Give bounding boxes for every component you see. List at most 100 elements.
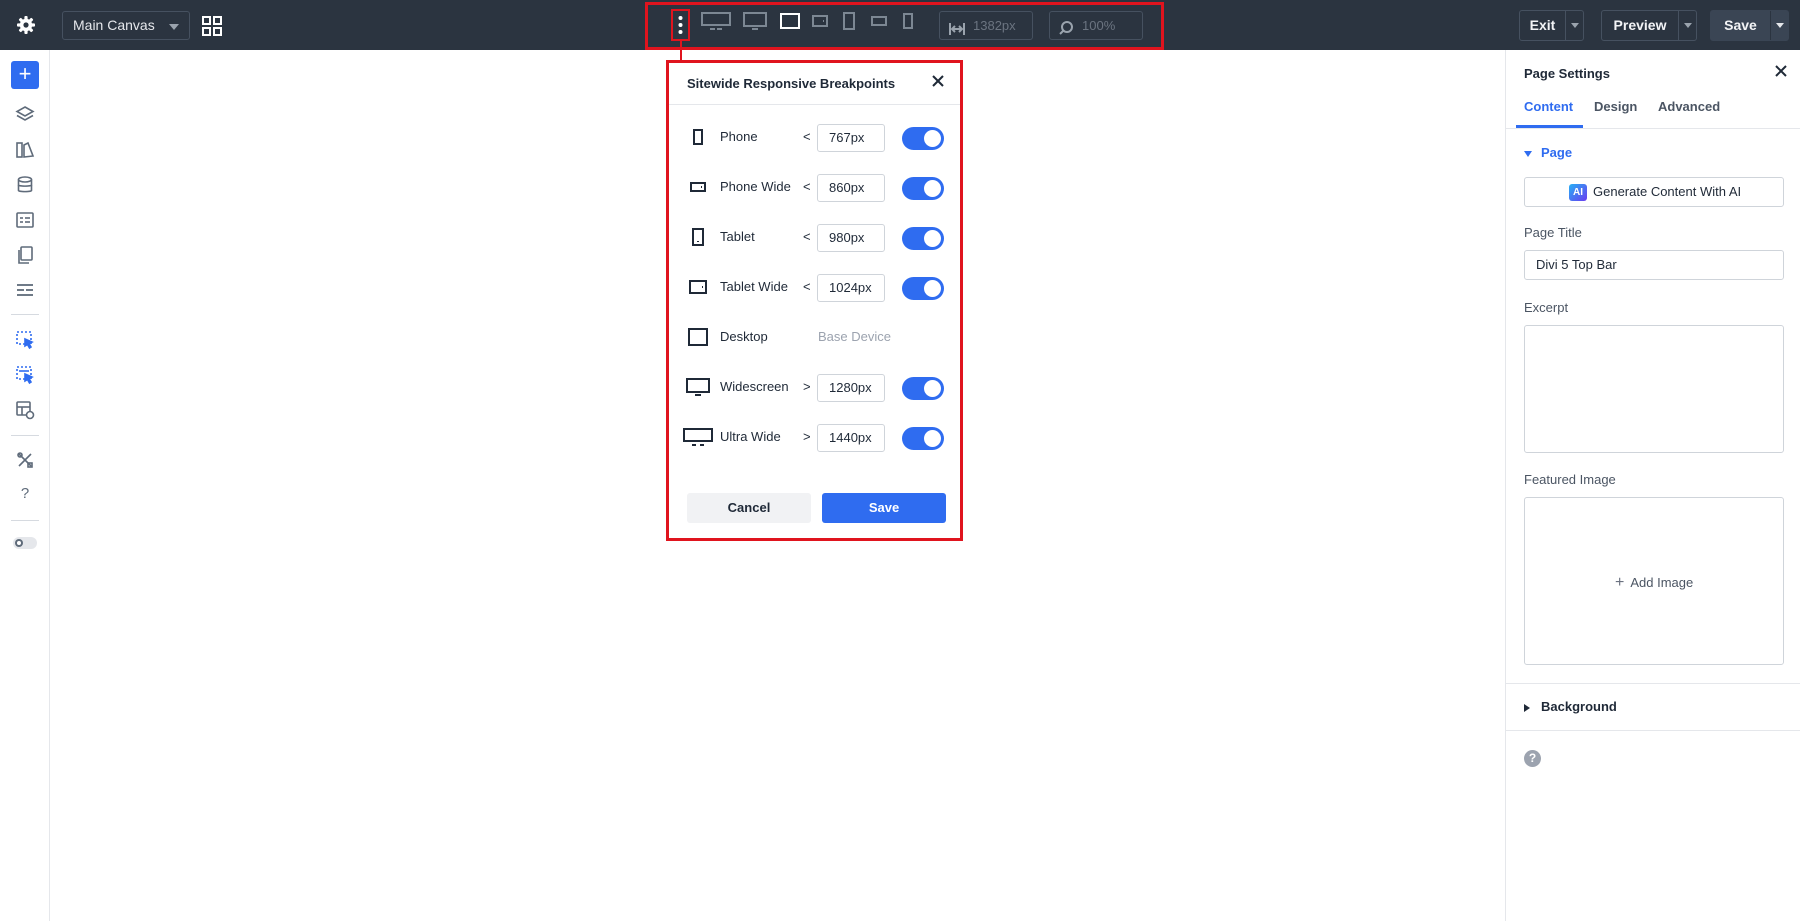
exit-button[interactable]: Exit	[1519, 10, 1584, 41]
tab-content[interactable]: Content	[1524, 99, 1573, 114]
breakpoint-width-input[interactable]: 1440px	[817, 424, 885, 452]
zoom-icon	[1058, 18, 1074, 45]
tablet-wide-icon	[683, 276, 713, 298]
design-library-icon[interactable]	[15, 140, 35, 160]
generate-ai-button[interactable]: AI Generate Content With AI	[1524, 177, 1784, 207]
toggle-knob	[924, 280, 941, 297]
close-icon[interactable]	[930, 73, 946, 89]
add-module-button[interactable]: +	[11, 61, 39, 89]
save-button[interactable]: Save	[822, 493, 946, 523]
highlight-connector	[680, 41, 682, 61]
featured-image-dropzone[interactable]: + Add Image	[1524, 497, 1784, 665]
modal-title: Sitewide Responsive Breakpoints	[687, 76, 896, 91]
toggle-knob	[924, 230, 941, 247]
breakpoint-width-input[interactable]: 980px	[817, 224, 885, 252]
breakpoint-name: Tablet	[720, 229, 755, 244]
breakpoints-modal: Sitewide Responsive Breakpoints Phone < …	[666, 60, 963, 541]
zoom-value: 100%	[1082, 18, 1116, 33]
breakpoint-operator: <	[803, 229, 811, 244]
tabs-divider	[1506, 128, 1800, 129]
theme-builder-icon[interactable]	[15, 280, 35, 300]
excerpt-textarea[interactable]	[1524, 325, 1784, 453]
multi-select-icon[interactable]	[15, 365, 35, 385]
base-device-label: Base Device	[818, 329, 891, 344]
breakpoint-toggle[interactable]	[902, 377, 944, 400]
tablet-icon[interactable]	[839, 0, 859, 42]
breakpoint-row-ultra-wide: Ultra Wide > 1440px	[669, 420, 960, 454]
breakpoint-row-phone: Phone < 767px	[669, 120, 960, 154]
close-icon[interactable]	[1774, 64, 1788, 78]
ultra-wide-icon[interactable]	[698, 0, 734, 42]
view-settings-icon[interactable]	[15, 400, 35, 420]
plus-icon: +	[1615, 574, 1625, 591]
breakpoints-menu-button[interactable]	[671, 9, 690, 41]
breakpoint-operator: >	[803, 429, 811, 444]
breakpoint-name: Ultra Wide	[720, 429, 781, 444]
chevron-down-icon[interactable]	[1684, 23, 1692, 28]
chevron-down-icon[interactable]	[1571, 23, 1579, 28]
tools-icon[interactable]	[15, 450, 35, 470]
panel-title: Page Settings	[1524, 66, 1610, 81]
tab-advanced[interactable]: Advanced	[1658, 99, 1720, 114]
page-title-input[interactable]: Divi 5 Top Bar	[1524, 250, 1784, 280]
breakpoint-toggle[interactable]	[902, 227, 944, 250]
help-icon[interactable]: ?	[15, 485, 35, 505]
breakpoint-operator: <	[803, 129, 811, 144]
zoom-field[interactable]: 100%	[1049, 11, 1143, 40]
widescreen-icon	[683, 376, 713, 398]
tablet-wide-icon[interactable]	[809, 0, 831, 42]
breakpoint-toggle[interactable]	[902, 277, 944, 300]
phone-icon[interactable]	[898, 0, 918, 42]
breakpoint-row-tablet-wide: Tablet Wide < 1024px	[669, 270, 960, 304]
top-toolbar: Main Canvas 1382px 100% Exit Preview Sav…	[0, 0, 1800, 61]
split-divider	[1565, 11, 1566, 40]
sidebar-divider	[11, 520, 39, 521]
breakpoint-row-tablet: Tablet < 980px	[669, 220, 960, 254]
breakpoint-toggle[interactable]	[902, 177, 944, 200]
layers-icon[interactable]	[15, 105, 35, 125]
pages-icon[interactable]	[15, 245, 35, 265]
add-image-button[interactable]: + Add Image	[1615, 574, 1693, 592]
form-icon[interactable]	[15, 210, 35, 230]
dark-mode-toggle-icon[interactable]	[12, 535, 38, 555]
add-image-label: Add Image	[1630, 575, 1694, 590]
database-icon[interactable]	[15, 175, 35, 195]
sidebar-divider	[11, 314, 39, 315]
chevron-down-icon[interactable]	[1776, 23, 1784, 28]
caret-down-icon	[1524, 150, 1532, 157]
gear-icon[interactable]	[14, 13, 38, 37]
desktop-icon[interactable]	[776, 0, 804, 42]
grid-icon[interactable]	[202, 16, 222, 36]
breakpoint-row-phone-wide: Phone Wide < 860px	[669, 170, 960, 204]
breakpoint-toggle[interactable]	[902, 427, 944, 450]
breakpoint-name: Phone Wide	[720, 179, 791, 194]
save-top-label: Save	[1724, 17, 1757, 33]
section-divider	[1506, 683, 1800, 684]
breakpoint-operator: <	[803, 179, 811, 194]
section-label: Background	[1541, 699, 1617, 714]
breakpoint-width-input[interactable]: 860px	[817, 174, 885, 202]
click-select-icon[interactable]	[15, 330, 35, 350]
widescreen-icon[interactable]	[740, 0, 770, 42]
preview-button[interactable]: Preview	[1601, 10, 1697, 41]
breakpoint-width-input[interactable]: 1024px	[817, 274, 885, 302]
section-toggle-background[interactable]: Background	[1524, 699, 1617, 714]
save-top-button[interactable]: Save	[1710, 10, 1789, 41]
canvas-select[interactable]: Main Canvas	[62, 11, 190, 40]
tab-design[interactable]: Design	[1594, 99, 1637, 114]
phone-wide-icon[interactable]	[869, 0, 889, 42]
help-circle-icon[interactable]: ?	[1524, 750, 1541, 767]
breakpoint-toggle[interactable]	[902, 127, 944, 150]
canvas-select-label: Main Canvas	[73, 17, 155, 33]
toggle-knob	[924, 130, 941, 147]
breakpoint-width-input[interactable]: 1280px	[817, 374, 885, 402]
breakpoint-row-widescreen: Widescreen > 1280px	[669, 370, 960, 404]
breakpoint-width-input[interactable]: 767px	[817, 124, 885, 152]
phone-icon	[683, 126, 713, 148]
section-toggle-page[interactable]: Page	[1524, 145, 1572, 160]
featured-image-label: Featured Image	[1524, 472, 1616, 487]
canvas-width-field[interactable]: 1382px	[939, 11, 1033, 40]
cancel-button[interactable]: Cancel	[687, 493, 811, 523]
breakpoint-name: Widescreen	[720, 379, 789, 394]
modal-divider	[669, 104, 960, 105]
